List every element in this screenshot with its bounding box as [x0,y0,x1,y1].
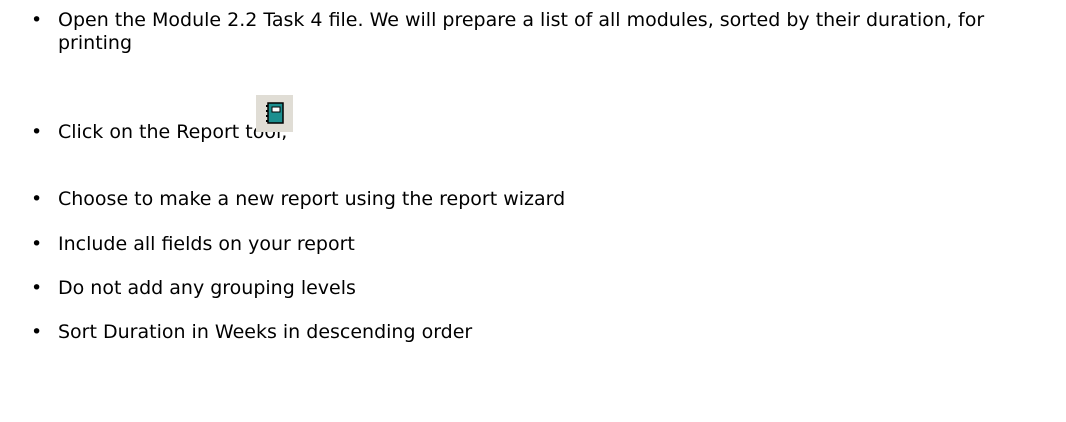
report-tool-button[interactable] [256,95,293,132]
step-text: Do not add any grouping levels [58,277,356,299]
step-text: Open the Module 2.2 Task 4 file. We will… [58,9,985,54]
bullet-icon: • [31,233,43,255]
report-tool-icon [266,102,284,124]
bullet-icon: • [31,188,43,210]
bullet-icon: • [31,277,43,299]
step-text: Sort Duration in Weeks in descending ord… [58,321,473,343]
bullet-icon: • [31,121,43,143]
instruction-document: • Open the Module 2.2 Task 4 file. We wi… [0,0,1066,422]
step-text: Choose to make a new report using the re… [58,188,566,210]
step-text: Click on the Report tool, [58,121,288,143]
bullet-icon: • [31,9,43,31]
bullet-icon: • [31,321,43,343]
step-text: Include all fields on your report [58,233,355,255]
